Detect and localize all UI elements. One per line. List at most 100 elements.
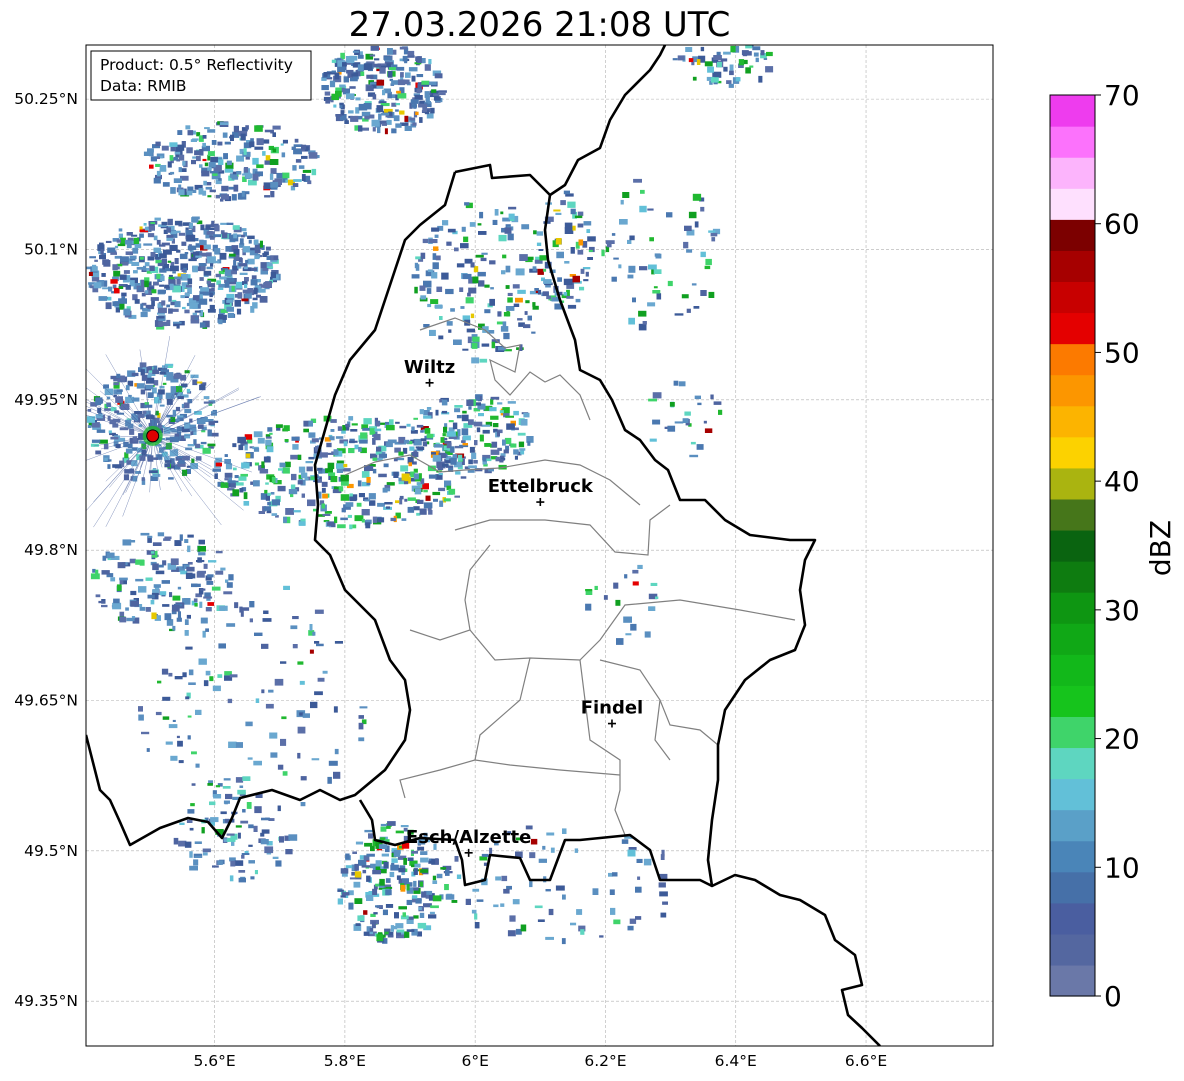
echo-pixel <box>186 566 195 572</box>
echo-pixel <box>360 71 365 76</box>
echo-pixel <box>340 517 348 521</box>
echo-pixel <box>147 392 154 398</box>
echo-pixel <box>99 242 104 247</box>
echo-pixel <box>403 79 410 85</box>
echo-pixel <box>172 719 176 722</box>
echo-pixel <box>434 304 443 309</box>
echo-pixel <box>323 72 328 77</box>
echo-pixel <box>378 453 387 458</box>
echo-pixel <box>395 830 404 834</box>
echo-pixel <box>538 858 547 863</box>
echo-pixel <box>765 66 774 73</box>
echo-pixel <box>200 287 209 292</box>
echo-pixel <box>378 844 388 849</box>
echo-pixel <box>327 523 335 526</box>
echo-pixel <box>191 583 198 588</box>
echo-pixel <box>363 63 373 71</box>
echo-pixel <box>154 217 161 221</box>
echo-pixel <box>647 302 656 307</box>
echo-pixel <box>206 280 211 284</box>
echo-pixel <box>546 832 555 836</box>
echo-pixel <box>300 802 306 807</box>
echo-pixel <box>240 610 244 617</box>
echo-pixel <box>729 70 734 76</box>
echo-pixel <box>145 577 153 581</box>
echo-pixel <box>479 358 488 363</box>
echo-pixel <box>399 425 407 429</box>
echo-pixel <box>504 227 512 234</box>
echo-pixel <box>224 478 229 481</box>
echo-pixel <box>635 886 642 893</box>
echo-pixel <box>592 888 599 895</box>
echo-pixel <box>176 735 180 739</box>
echo-pixel <box>354 863 359 871</box>
echo-pixel <box>689 454 699 458</box>
echo-pixel <box>145 607 151 612</box>
echo-pixel <box>338 486 344 492</box>
echo-pixel <box>139 233 144 238</box>
echo-pixel <box>302 713 310 718</box>
echo-pixel <box>490 396 500 400</box>
echo-pixel <box>542 845 546 850</box>
echo-pixel <box>113 382 119 386</box>
echo-pixel <box>508 206 517 210</box>
radar-map[interactable]: Product: 0.5° Reflectivity Data: RMIB Wi… <box>0 0 1184 1081</box>
echo-pixel <box>606 244 612 248</box>
echo-pixel <box>135 471 141 474</box>
echo-pixel <box>305 461 314 464</box>
echo-pixel <box>264 195 270 198</box>
echo-pixel <box>248 824 254 829</box>
echo-pixel <box>419 117 423 123</box>
echo-pixel <box>414 286 418 294</box>
echo-pixel <box>563 278 573 286</box>
echo-pixel <box>229 674 238 678</box>
echo-pixel <box>412 895 418 899</box>
echo-pixel <box>226 623 236 627</box>
echo-pixel <box>91 277 100 282</box>
echo-pixel <box>224 141 231 145</box>
echo-pixel <box>402 55 408 62</box>
echo-pixel <box>430 905 439 909</box>
echo-pixel <box>140 389 146 395</box>
echo-pixel <box>100 249 104 255</box>
echo-pixel <box>419 508 427 515</box>
echo-pixel <box>124 239 133 245</box>
echo-pixel <box>260 839 269 845</box>
echo-pixel <box>244 283 248 289</box>
echo-pixel <box>191 159 196 165</box>
echo-pixel <box>572 275 580 283</box>
echo-pixel <box>735 77 741 82</box>
echo-pixel <box>170 265 179 272</box>
echo-pixel <box>309 649 314 654</box>
echo-pixel <box>91 266 98 272</box>
echo-pixel <box>170 558 179 565</box>
echo-pixel <box>700 251 706 258</box>
echo-pixel <box>395 123 402 128</box>
echo-pixel <box>158 289 166 294</box>
echo-pixel <box>623 616 632 623</box>
echo-pixel <box>162 696 171 701</box>
echo-pixel <box>306 466 313 472</box>
echo-pixel <box>464 202 470 206</box>
echo-pixel <box>472 276 479 284</box>
echo-pixel <box>415 111 419 116</box>
echo-pixel <box>202 190 207 196</box>
echo-pixel <box>469 446 475 453</box>
echo-pixel <box>301 155 308 159</box>
echo-pixel <box>184 309 190 314</box>
echo-pixel <box>292 444 299 450</box>
echo-pixel <box>618 264 622 269</box>
echo-pixel <box>684 411 691 416</box>
echo-pixel <box>518 441 525 448</box>
echo-pixel <box>696 59 701 65</box>
echo-pixel <box>194 310 201 313</box>
echo-pixel <box>135 578 144 582</box>
echo-pixel <box>417 922 427 929</box>
echo-pixel <box>314 641 320 644</box>
echo-pixel <box>282 771 288 776</box>
echo-pixel <box>204 162 209 167</box>
echo-pixel <box>159 253 167 259</box>
echo-pixel <box>110 436 119 440</box>
echo-pixel <box>370 45 379 51</box>
echo-pixel <box>201 827 205 834</box>
